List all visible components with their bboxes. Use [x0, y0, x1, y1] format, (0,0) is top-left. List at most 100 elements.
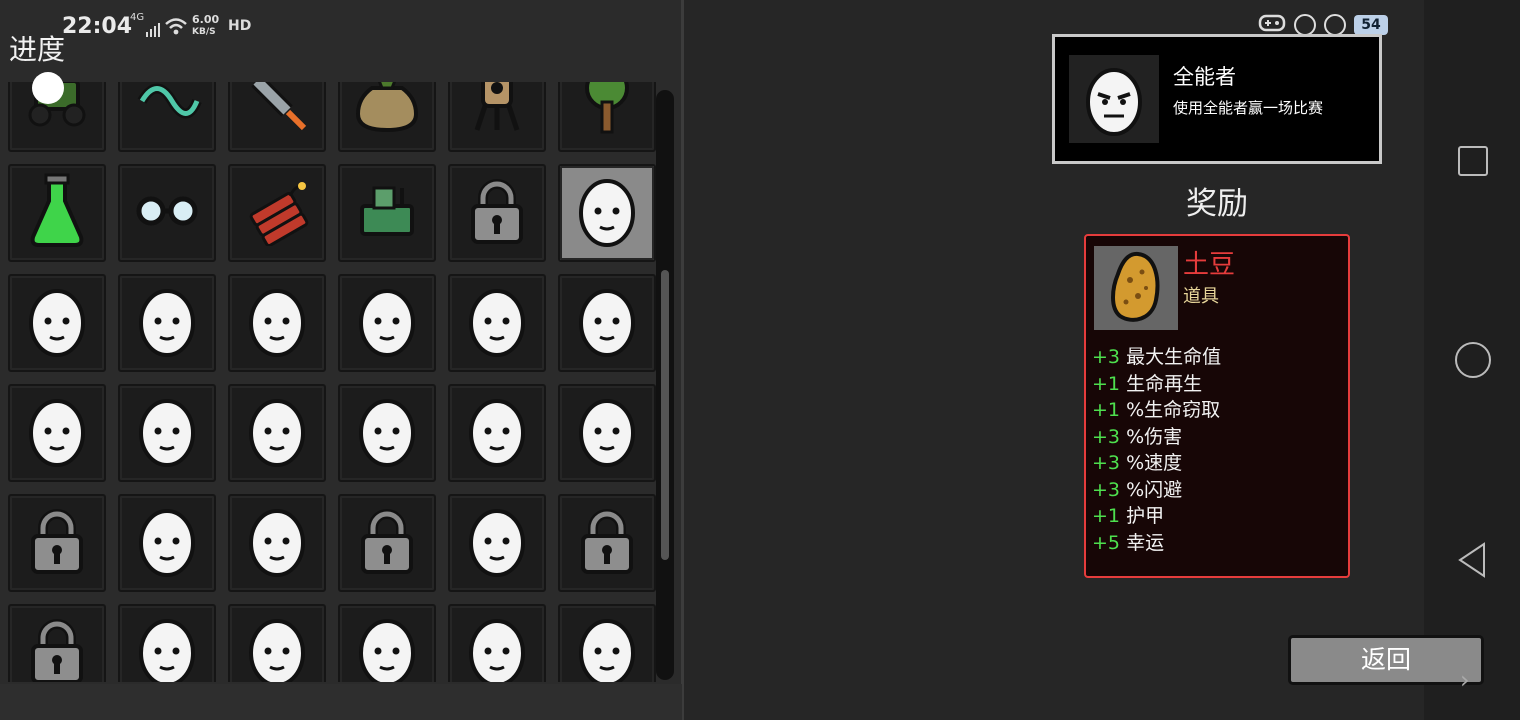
rocket-icon: [242, 82, 312, 140]
achievement-cell[interactable]: [8, 274, 106, 372]
stat-line: +5 幸运: [1092, 530, 1221, 557]
egg-character-icon: [574, 173, 640, 253]
padlock-icon: [577, 506, 637, 580]
achievement-cell[interactable]: [228, 274, 326, 372]
egg-character-icon: [354, 283, 420, 363]
chevron-right-icon: ›: [1460, 666, 1470, 694]
achievement-cell[interactable]: [118, 82, 216, 152]
stat-label: 生命再生: [1126, 372, 1203, 395]
net-speed: 6.00 KB/S: [192, 14, 219, 38]
egg-character-icon: [244, 613, 310, 682]
egg-character-icon: [244, 503, 310, 583]
stat-value: +5: [1092, 531, 1121, 554]
reward-card: 土豆 道具 +3 最大生命值 +1 生命再生 +1 %生命窃取 +3 %伤害 +…: [1084, 234, 1350, 578]
achievement-cell[interactable]: [118, 384, 216, 482]
egg-character-icon: [574, 393, 640, 473]
achievement-cell[interactable]: [8, 384, 106, 482]
achievement-grid-viewport[interactable]: [0, 82, 660, 682]
achievement-cell[interactable]: [228, 164, 326, 262]
achievement-cell[interactable]: [338, 274, 436, 372]
grid-scrollbar[interactable]: [656, 90, 674, 680]
egg-character-icon: [354, 613, 420, 682]
egg-character-icon: [574, 283, 640, 363]
stat-line: +1 %生命窃取: [1092, 397, 1221, 424]
floating-assist-button[interactable]: [32, 72, 64, 104]
stat-value: +3: [1092, 478, 1121, 501]
achievement-cell[interactable]: [228, 494, 326, 592]
home-icon[interactable]: [1455, 342, 1491, 378]
achievement-cell[interactable]: [118, 274, 216, 372]
achievement-cell[interactable]: [558, 604, 656, 682]
achievement-cell[interactable]: [118, 164, 216, 262]
egg-character-icon: [134, 393, 200, 473]
turret-icon: [467, 82, 527, 140]
egg-character-icon: [1069, 55, 1159, 143]
tree-icon: [577, 82, 637, 140]
achievement-cell[interactable]: [228, 384, 326, 482]
padlock-icon: [27, 616, 87, 682]
stat-label: %伤害: [1126, 425, 1183, 448]
stat-line: +1 生命再生: [1092, 371, 1221, 398]
egg-character-icon: [134, 613, 200, 682]
egg-character-icon: [464, 613, 530, 682]
machine-icon: [352, 178, 422, 248]
achievement-cell[interactable]: [448, 384, 546, 482]
achievement-cell[interactable]: [448, 604, 546, 682]
achievement-cell[interactable]: [8, 604, 106, 682]
item-type: 道具: [1183, 286, 1219, 307]
achievement-cell[interactable]: [558, 274, 656, 372]
achievement-cell[interactable]: [8, 164, 106, 262]
dynamite-icon: [242, 176, 312, 250]
wifi-icon: [164, 16, 188, 40]
alarm-icon: [1324, 14, 1346, 36]
network-icon: 4G: [130, 12, 145, 23]
achievement-cell[interactable]: [448, 274, 546, 372]
potion-flask-icon: [27, 173, 87, 253]
achievement-cell[interactable]: [338, 164, 436, 262]
egg-character-icon: [464, 393, 530, 473]
egg-character-icon: [134, 283, 200, 363]
achievement-cell[interactable]: [228, 82, 326, 152]
stat-value: +1: [1092, 372, 1121, 395]
achievement-cell[interactable]: [118, 604, 216, 682]
achievement-cell[interactable]: [338, 82, 436, 152]
achievement-cell[interactable]: [338, 494, 436, 592]
stat-label: 幸运: [1126, 531, 1165, 554]
achievement-cell[interactable]: [448, 82, 546, 152]
achievement-cell[interactable]: [118, 494, 216, 592]
achievement-name: 全能者: [1173, 65, 1236, 89]
achievement-cell[interactable]: [8, 494, 106, 592]
egg-character-icon: [244, 393, 310, 473]
egg-character-icon: [464, 283, 530, 363]
net-speed-value: 6.00: [192, 13, 220, 26]
achievement-cell[interactable]: [558, 82, 656, 152]
scrollbar-thumb[interactable]: [661, 270, 669, 560]
stat-label: %速度: [1126, 452, 1183, 474]
achievement-cell[interactable]: [558, 384, 656, 482]
achievement-cell[interactable]: [338, 604, 436, 682]
achievement-cell[interactable]: [448, 164, 546, 262]
achievement-cell[interactable]: [558, 164, 656, 262]
achievement-cell[interactable]: [558, 494, 656, 592]
achievement-card: 全能者 使用全能者赢一场比赛: [1052, 34, 1382, 164]
signal-icon: [146, 22, 160, 41]
achievement-cell[interactable]: [228, 604, 326, 682]
achievement-cell[interactable]: [448, 494, 546, 592]
reward-title: 奖励: [1186, 186, 1248, 222]
battery-icon: 54: [1354, 15, 1388, 35]
stat-value: +3: [1092, 346, 1121, 368]
stat-value: +1: [1092, 505, 1121, 527]
stat-value: +1: [1092, 399, 1121, 421]
egg-character-icon: [24, 393, 90, 473]
stat-value: +3: [1092, 425, 1121, 448]
recent-apps-icon[interactable]: [1458, 146, 1488, 176]
achievement-cell[interactable]: [338, 384, 436, 482]
tentacle-icon: [132, 82, 202, 135]
stat-label: %闪避: [1126, 478, 1183, 501]
back-nav-icon[interactable]: [1456, 542, 1488, 582]
back-button[interactable]: 返回: [1288, 635, 1484, 685]
egg-character-icon: [354, 393, 420, 473]
net-speed-unit: KB/S: [192, 27, 216, 37]
padlock-icon: [357, 506, 417, 580]
achievement-description: 使用全能者赢一场比赛: [1173, 99, 1324, 117]
